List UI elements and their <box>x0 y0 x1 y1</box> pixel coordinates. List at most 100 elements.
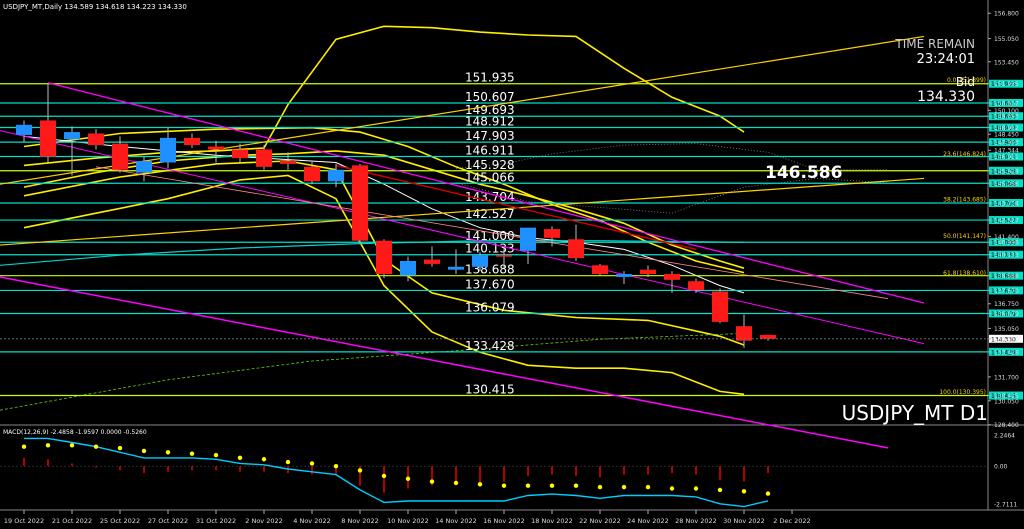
x-tick-label: 16 Nov 2022 <box>483 517 525 525</box>
highlight-value: 146.586 <box>765 163 842 183</box>
candle-body <box>520 227 536 251</box>
macd-signal-dot <box>213 452 219 458</box>
level-label: 148.912 <box>465 115 515 129</box>
y-tick-label: 143.704 <box>994 200 1019 207</box>
macd-signal-dot <box>501 483 507 488</box>
trading-chart: 151.935 151.935150.607 150.607149.693 149.6… <box>0 0 1024 529</box>
macd-signal-dot <box>237 455 243 461</box>
macd-signal-dot <box>597 484 603 490</box>
time-remain-label: TIME REMAIN <box>894 37 975 51</box>
x-tick-label: 30 Nov 2022 <box>723 517 765 525</box>
candle-body <box>328 169 344 182</box>
x-tick-label: 14 Nov 2022 <box>435 517 477 525</box>
macd-signal-dot <box>741 489 747 494</box>
x-tick-label: 25 Oct 2022 <box>100 517 140 525</box>
candle-body <box>760 334 776 339</box>
macd-signal-dot <box>69 443 75 448</box>
x-tick-label: 2 Nov 2022 <box>245 517 283 525</box>
candle-body <box>112 143 128 170</box>
x-tick-label: 2 Dec 2022 <box>773 517 810 525</box>
y-tick-label: 155.050 <box>994 36 1019 43</box>
macd-signal-dot <box>189 451 195 456</box>
time-remain-value: 23:24:01 <box>917 52 975 67</box>
macd-signal-dot <box>717 487 723 493</box>
macd-signal-dot <box>165 450 171 455</box>
x-tick-label: 19 Oct 2022 <box>4 517 44 525</box>
level-label: 133.428 <box>465 339 515 353</box>
x-tick-label: 22 Nov 2022 <box>579 517 621 525</box>
candle-body <box>592 265 608 275</box>
macd-signal-dot <box>333 464 339 469</box>
macd-signal-dot <box>45 443 51 448</box>
x-tick-label: 8 Nov 2022 <box>341 517 379 525</box>
y-tick-label: 140.996 <box>994 240 1019 247</box>
level-label: 130.415 <box>465 383 515 397</box>
y-tick-label: 156.800 <box>994 11 1019 18</box>
y-tick-label: 149.693 <box>994 114 1019 121</box>
candle-body <box>184 137 200 146</box>
bid-label: Bid <box>956 75 975 89</box>
candle-body <box>568 239 584 259</box>
x-tick-label: 10 Nov 2022 <box>387 517 429 525</box>
candle-body <box>496 255 512 257</box>
y-tick-label: 146.911 <box>994 154 1019 161</box>
macd-signal-dot <box>405 476 411 481</box>
macd-signal-dot <box>525 483 531 488</box>
macd-signal-dot <box>549 483 555 488</box>
y-tick-label: 136.079 <box>994 311 1019 318</box>
fib-label: 50.0(141.147) <box>943 233 986 240</box>
macd-signal-dot <box>477 482 483 487</box>
x-tick-label: 4 Nov 2022 <box>293 517 331 525</box>
candle-body <box>136 161 152 173</box>
macd-signal-dot <box>21 444 27 449</box>
candle-body <box>160 137 176 163</box>
candle-body <box>664 274 680 280</box>
macd-signal-dot <box>765 491 771 496</box>
candle-body <box>640 269 656 275</box>
candle-body <box>544 229 560 238</box>
macd-signal-dot <box>357 468 363 473</box>
candle-body <box>16 124 32 135</box>
y-tick-label: 148.450 <box>994 132 1019 139</box>
y-tick-label: 142.527 <box>994 218 1019 225</box>
candle-body <box>376 240 392 275</box>
candle-body <box>616 274 632 277</box>
y-tick-label: 135.050 <box>994 326 1019 333</box>
macd-signal-dot <box>453 480 459 486</box>
macd-signal-dot <box>621 484 627 490</box>
y-tick-label: 128.400 <box>994 422 1019 429</box>
fib-label: 23.6(146.824) <box>943 151 986 158</box>
candle-body <box>424 259 440 264</box>
symbol-timeframe: USDJPY_MT D1 <box>842 401 988 425</box>
x-tick-label: 18 Nov 2022 <box>531 517 573 525</box>
y-tick-label: 151.935 <box>994 81 1019 88</box>
macd-title: MACD(12,26,9) -2.4858 -1.9597 0.0000 -0.… <box>3 429 147 436</box>
fib-label: 100.0(130.395) <box>939 389 986 396</box>
level-label: 145.066 <box>465 170 515 184</box>
candle-body <box>400 261 416 276</box>
macd-signal-dot <box>645 484 651 490</box>
macd-signal-dot <box>141 448 147 454</box>
y-tick-label: 145.066 <box>994 181 1019 188</box>
x-tick-label: 27 Oct 2022 <box>148 517 188 525</box>
y-tick-label: 134.330 <box>994 336 1019 343</box>
y-tick-label: 147.903 <box>994 140 1019 147</box>
macd-signal-dot <box>669 486 675 491</box>
level-label: 147.903 <box>465 129 515 143</box>
x-tick-label: 28 Nov 2022 <box>675 517 717 525</box>
y-tick-label: 153.450 <box>994 59 1019 66</box>
x-tick-label: 21 Oct 2022 <box>52 517 92 525</box>
fib-label: 61.8(138.610) <box>943 270 986 277</box>
candle-body <box>304 166 320 182</box>
candle-body <box>88 133 104 146</box>
level-label: 146.911 <box>465 144 515 158</box>
candle-body <box>688 281 704 290</box>
candle-body <box>448 266 464 270</box>
symbol-header: USDJPY_MT,Daily 134.589 134.618 134.223 … <box>3 3 187 11</box>
candle-body <box>64 132 80 140</box>
level-label: 137.670 <box>465 277 515 291</box>
level-label: 150.607 <box>465 90 515 104</box>
y-tick-label: 131.700 <box>994 374 1019 381</box>
candle-body <box>352 165 368 241</box>
candle-body <box>232 149 248 159</box>
